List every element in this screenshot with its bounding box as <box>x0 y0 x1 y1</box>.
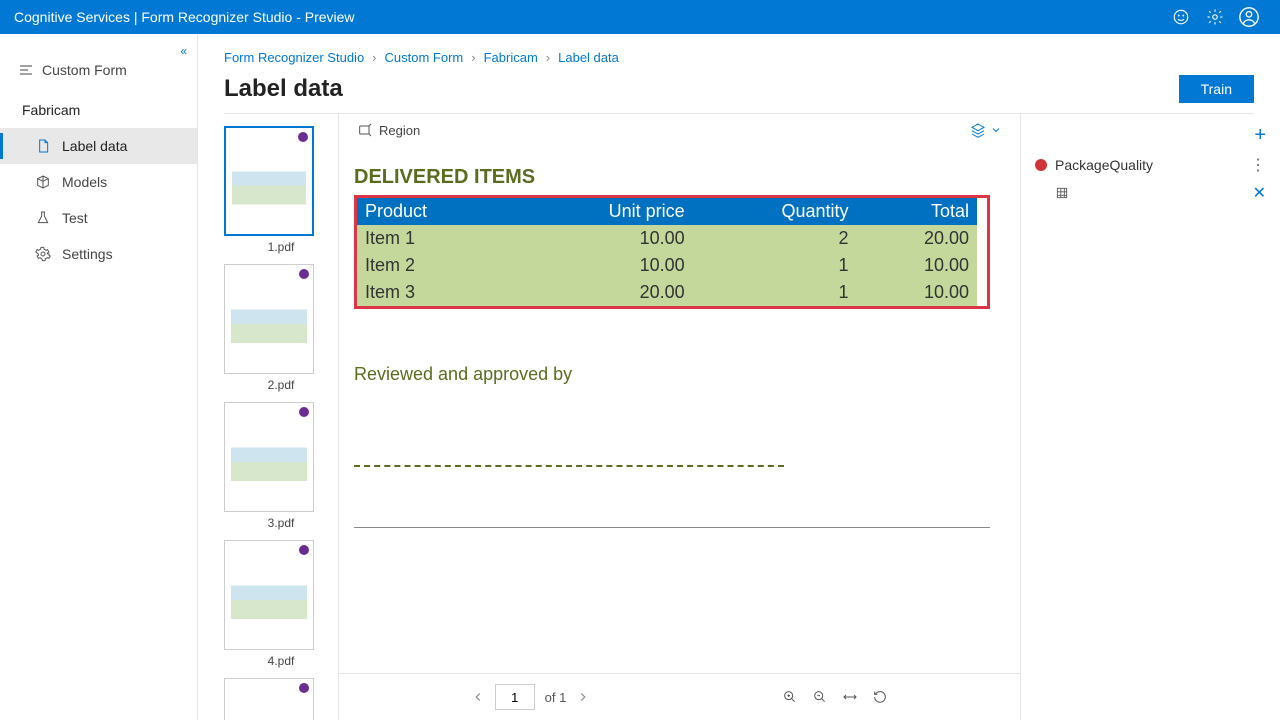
account-icon[interactable] <box>1232 0 1266 34</box>
layers-button[interactable] <box>970 122 1002 138</box>
thumbnail-strip: 1.pdf 2.pdf 3.pdf 4.pdf 5.pdf <box>198 114 338 720</box>
sidebar: « Custom Form Fabricam Label data Models… <box>0 34 198 720</box>
delivered-items-table: Product Unit price Quantity Total Item 1… <box>357 198 977 306</box>
signature-line <box>354 465 784 467</box>
table-row: Item 110.00220.00 <box>357 225 977 252</box>
page-input[interactable] <box>495 684 535 710</box>
table-icon <box>1055 186 1069 200</box>
doc-toolbar: Region <box>339 114 1020 146</box>
document-canvas[interactable]: DELIVERED ITEMS Product Unit price Quant… <box>339 146 1020 673</box>
feedback-icon[interactable] <box>1164 0 1198 34</box>
pager: of 1 <box>471 684 591 710</box>
document-icon <box>34 137 52 155</box>
region-icon <box>357 122 373 138</box>
status-dot-icon <box>299 545 309 555</box>
col-unit: Unit price <box>511 198 693 225</box>
labels-panel: + PackageQuality ⋮ ✕ <box>1020 114 1280 720</box>
thumb-5[interactable]: 5.pdf <box>224 678 338 720</box>
sidebar-item-label: Settings <box>62 246 113 262</box>
thumb-label: 1.pdf <box>224 240 338 254</box>
sidebar-main[interactable]: Custom Form <box>0 52 197 88</box>
cube-icon <box>34 173 52 191</box>
sidebar-item-label: Test <box>62 210 88 226</box>
gear-icon <box>34 245 52 263</box>
app-header: Cognitive Services | Form Recognizer Stu… <box>0 0 1280 34</box>
label-name: PackageQuality <box>1055 157 1242 173</box>
thumb-label: 3.pdf <box>224 516 338 530</box>
sidebar-item-label: Label data <box>62 138 127 154</box>
sidebar-item-settings[interactable]: Settings <box>0 236 197 272</box>
zoom-out-icon[interactable] <box>812 689 828 705</box>
status-dot-icon <box>299 407 309 417</box>
next-page-icon[interactable] <box>576 690 590 704</box>
layers-icon <box>970 122 986 138</box>
add-label-button[interactable]: + <box>1254 124 1266 147</box>
rotate-icon[interactable] <box>872 689 888 705</box>
sidebar-item-label: Models <box>62 174 107 190</box>
col-product: Product <box>357 198 511 225</box>
label-subrow: ✕ <box>1035 183 1266 203</box>
sidebar-project[interactable]: Fabricam <box>0 88 197 128</box>
breadcrumb: Form Recognizer Studio› Custom Form› Fab… <box>224 50 1254 65</box>
flask-icon <box>34 209 52 227</box>
sidebar-item-label-data[interactable]: Label data <box>0 128 197 164</box>
col-total: Total <box>857 198 978 225</box>
crumb-studio[interactable]: Form Recognizer Studio <box>224 50 364 65</box>
label-color-dot <box>1035 159 1047 171</box>
doc-section-heading: DELIVERED ITEMS <box>354 166 990 189</box>
approved-text: Reviewed and approved by <box>354 364 990 385</box>
sidebar-main-label: Custom Form <box>42 62 127 78</box>
thumb-1[interactable]: 1.pdf <box>224 126 338 254</box>
page-title: Label data <box>224 75 1179 103</box>
region-button[interactable]: Region <box>357 122 420 138</box>
zoom-in-icon[interactable] <box>782 689 798 705</box>
train-button[interactable]: Train <box>1179 75 1254 103</box>
sidebar-item-test[interactable]: Test <box>0 200 197 236</box>
col-qty: Quantity <box>693 198 857 225</box>
thumb-label: 2.pdf <box>224 378 338 392</box>
app-title: Cognitive Services | Form Recognizer Stu… <box>14 9 1164 25</box>
status-dot-icon <box>299 683 309 693</box>
table-selection-box[interactable]: Product Unit price Quantity Total Item 1… <box>354 195 990 309</box>
table-row: Item 210.00110.00 <box>357 252 977 279</box>
thumb-3[interactable]: 3.pdf <box>224 402 338 530</box>
table-row: Item 320.00110.00 <box>357 279 977 306</box>
collapse-sidebar-icon[interactable]: « <box>180 44 187 58</box>
status-dot-icon <box>299 269 309 279</box>
thumb-4[interactable]: 4.pdf <box>224 540 338 668</box>
page-of: of 1 <box>545 690 567 705</box>
status-dot-icon <box>298 132 308 142</box>
label-row[interactable]: PackageQuality ⋮ <box>1035 155 1266 175</box>
crumb-current[interactable]: Label data <box>558 50 619 65</box>
doc-footer: of 1 <box>339 673 1020 720</box>
doc-divider <box>354 527 990 528</box>
region-label: Region <box>379 123 420 138</box>
crumb-project[interactable]: Fabricam <box>484 50 538 65</box>
more-icon[interactable]: ⋮ <box>1250 155 1266 175</box>
thumb-label: 4.pdf <box>224 654 338 668</box>
crumb-custom[interactable]: Custom Form <box>385 50 464 65</box>
close-icon[interactable]: ✕ <box>1253 183 1266 203</box>
prev-page-icon[interactable] <box>471 690 485 704</box>
thumb-2[interactable]: 2.pdf <box>224 264 338 392</box>
fit-width-icon[interactable] <box>842 689 858 705</box>
chevron-down-icon <box>990 124 1002 136</box>
settings-icon[interactable] <box>1198 0 1232 34</box>
sidebar-item-models[interactable]: Models <box>0 164 197 200</box>
